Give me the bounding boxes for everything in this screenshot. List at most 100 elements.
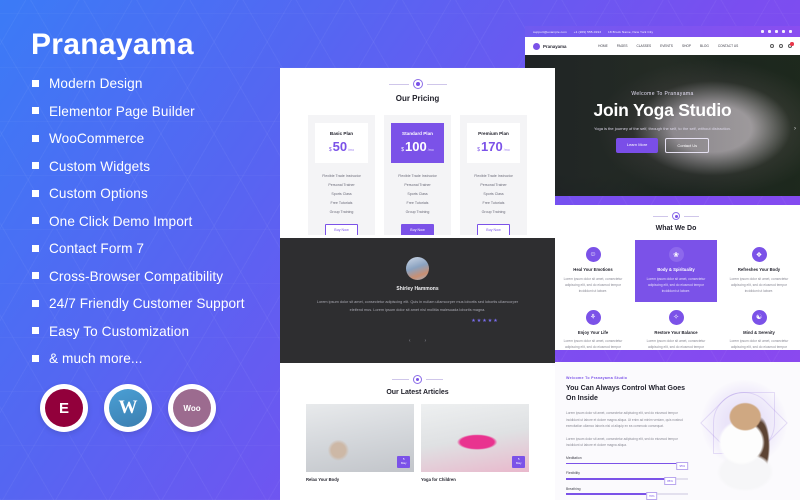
article-thumbnail: 5 May (306, 404, 414, 472)
article-title[interactable]: Yoga for Children (421, 477, 529, 482)
articles-section-title: Our Latest Articles (386, 389, 449, 396)
rating-stars-icon: ★★★★★ (471, 317, 499, 324)
skill-label: Flexibility (566, 471, 580, 476)
section-ornament (280, 79, 555, 89)
about-paragraph-1: Lorem ipsum dolor sit amet, consectetur … (566, 411, 683, 429)
hero-screenshot: support@example.com +1 (209) 555-0193 18… (525, 26, 800, 196)
article-title[interactable]: Relax Your Body (306, 477, 414, 482)
bullet-square-icon (32, 79, 39, 87)
plan-currency: $ (477, 147, 481, 153)
plan-buy-button[interactable]: Buy Now (477, 223, 510, 235)
feature-label: WooCommerce (49, 131, 145, 146)
hero-primary-button[interactable]: Learn More (615, 137, 659, 153)
ornament-line-right (426, 379, 443, 380)
lotus-ornament-icon (672, 212, 680, 220)
ornament-line-right (684, 215, 699, 217)
skill-track: 70% (566, 492, 689, 500)
wishlist-icon[interactable] (778, 44, 783, 48)
plan-feature: Group Training (481, 210, 506, 215)
nav-item-events[interactable]: EVENTS (660, 44, 673, 48)
plan-period: /mo (503, 148, 510, 152)
cart-count-badge (790, 42, 794, 46)
service-title: Enjoy Your Life (577, 329, 609, 335)
skill-track: 95% (566, 461, 689, 470)
service-card[interactable]: ❖ Refreshes Your Body Lorem ipsum dolor … (718, 240, 800, 302)
pricing-card-standard: Standard Plan $ 100 /mo Flexible Trade I… (384, 115, 451, 235)
feature-label: & much more... (49, 351, 143, 366)
facebook-icon[interactable] (761, 30, 764, 33)
testimonial-author: Shirley Hammons (396, 286, 439, 293)
testimonial-prev-arrow-icon[interactable]: ‹ (409, 338, 411, 344)
plan-price: $ 50 /mo (319, 139, 364, 154)
linkedin-icon[interactable] (775, 30, 778, 33)
feature-label: Custom Widgets (49, 158, 151, 174)
section-ornament (280, 375, 555, 384)
list-item: One Click Demo Import (28, 214, 280, 229)
plan-period: /mo (427, 148, 434, 152)
bullet-square-icon (32, 272, 39, 279)
plan-feature: Group Training (329, 210, 354, 215)
bullet-square-icon (32, 189, 39, 197)
plan-buy-button[interactable]: Buy Now (325, 223, 358, 235)
plan-feature: Sports Class (407, 191, 428, 196)
nav-menu: HOME PAGES CLASSES EVENTS SHOP BLOG CONT… (598, 44, 738, 48)
service-card[interactable]: ☯ Mind & Serenity Lorem ipsum dolor sit … (718, 303, 800, 350)
site-topbar: support@example.com +1 (209) 555-0193 18… (525, 26, 800, 37)
nav-item-home[interactable]: HOME (598, 44, 608, 48)
woocommerce-logo-glyph: Woo (173, 389, 211, 427)
ornament-line-left (392, 379, 409, 380)
plan-feature: Sports Class (483, 191, 504, 196)
about-image (688, 362, 800, 500)
slider-next-arrow-icon[interactable]: › (794, 126, 796, 132)
service-desc: Lorem ipsum dolor sit amet, consectetur … (563, 339, 623, 350)
section-ornament (552, 212, 800, 220)
nav-item-blog[interactable]: BLOG (700, 44, 709, 48)
list-item: Cross-Browser Compatibility (28, 269, 280, 284)
site-logo[interactable]: Pranayama (533, 42, 566, 50)
plan-feature: Group Training (405, 210, 430, 215)
twitter-icon[interactable] (768, 30, 771, 33)
service-card[interactable]: ✧ Restore Your Balance Lorem ipsum dolor… (635, 303, 717, 350)
testimonial-next-arrow-icon[interactable]: › (425, 338, 427, 344)
bullet-square-icon (32, 244, 39, 252)
skill-fill (566, 493, 652, 495)
service-card[interactable]: ⚘ Enjoy Your Life Lorem ipsum dolor sit … (552, 303, 634, 350)
plan-price: $ 170 /mo (471, 139, 516, 154)
plan-header: Basic Plan $ 50 /mo (315, 123, 368, 163)
google-plus-icon[interactable] (782, 30, 785, 33)
nav-item-classes[interactable]: CLASSES (636, 44, 651, 48)
article-thumbnail: 5 May (421, 404, 529, 472)
list-item: 24/7 Friendly Customer Support (28, 296, 280, 311)
plan-name: Basic Plan (329, 131, 354, 136)
nav-item-pages[interactable]: PAGES (617, 44, 628, 48)
plan-feature-list: Flexible Trade Instructor Personal Train… (315, 171, 368, 217)
ornament-line-right (426, 83, 447, 85)
hero-secondary-button[interactable]: Contact Us (665, 137, 710, 153)
plan-amount: 170 (481, 139, 503, 154)
topbar-phone[interactable]: +1 (209) 555-0193 (574, 30, 601, 34)
plan-feature: Personal Trainer (480, 182, 507, 187)
social-icons (761, 30, 792, 33)
plan-feature: Free Tutorials (330, 201, 353, 206)
plan-feature: Sports Class (331, 191, 352, 196)
services-section-title: What We Do (655, 225, 697, 232)
logo-mark-icon (533, 42, 540, 50)
instagram-icon[interactable] (789, 30, 792, 33)
bullet-square-icon (32, 107, 39, 114)
topbar-email[interactable]: support@example.com (533, 30, 567, 34)
plan-currency: $ (401, 147, 405, 153)
article-card[interactable]: 5 May Relax Your Body (306, 404, 414, 482)
feature-label: Cross-Browser Compatibility (49, 268, 224, 284)
article-card[interactable]: 5 May Yoga for Children (421, 404, 529, 482)
article-date-badge: 5 May (512, 455, 525, 468)
nav-item-shop[interactable]: SHOP (682, 44, 691, 48)
logo-row: E W Woo (40, 384, 280, 432)
service-card[interactable]: ☺ Heal Your Emotions Lorem ipsum dolor s… (552, 240, 634, 302)
search-icon[interactable] (769, 44, 774, 48)
service-card[interactable]: ❀ Body & Spirituality Lorem ipsum dolor … (635, 240, 717, 302)
meditation-icon: ☺ (585, 247, 601, 262)
nav-item-contact[interactable]: CONTACT US (718, 44, 738, 48)
yoga-model-photo (713, 402, 776, 494)
plan-buy-button[interactable]: Buy Now (401, 223, 434, 235)
service-desc: Lorem ipsum dolor sit amet, consectetur … (646, 276, 706, 293)
